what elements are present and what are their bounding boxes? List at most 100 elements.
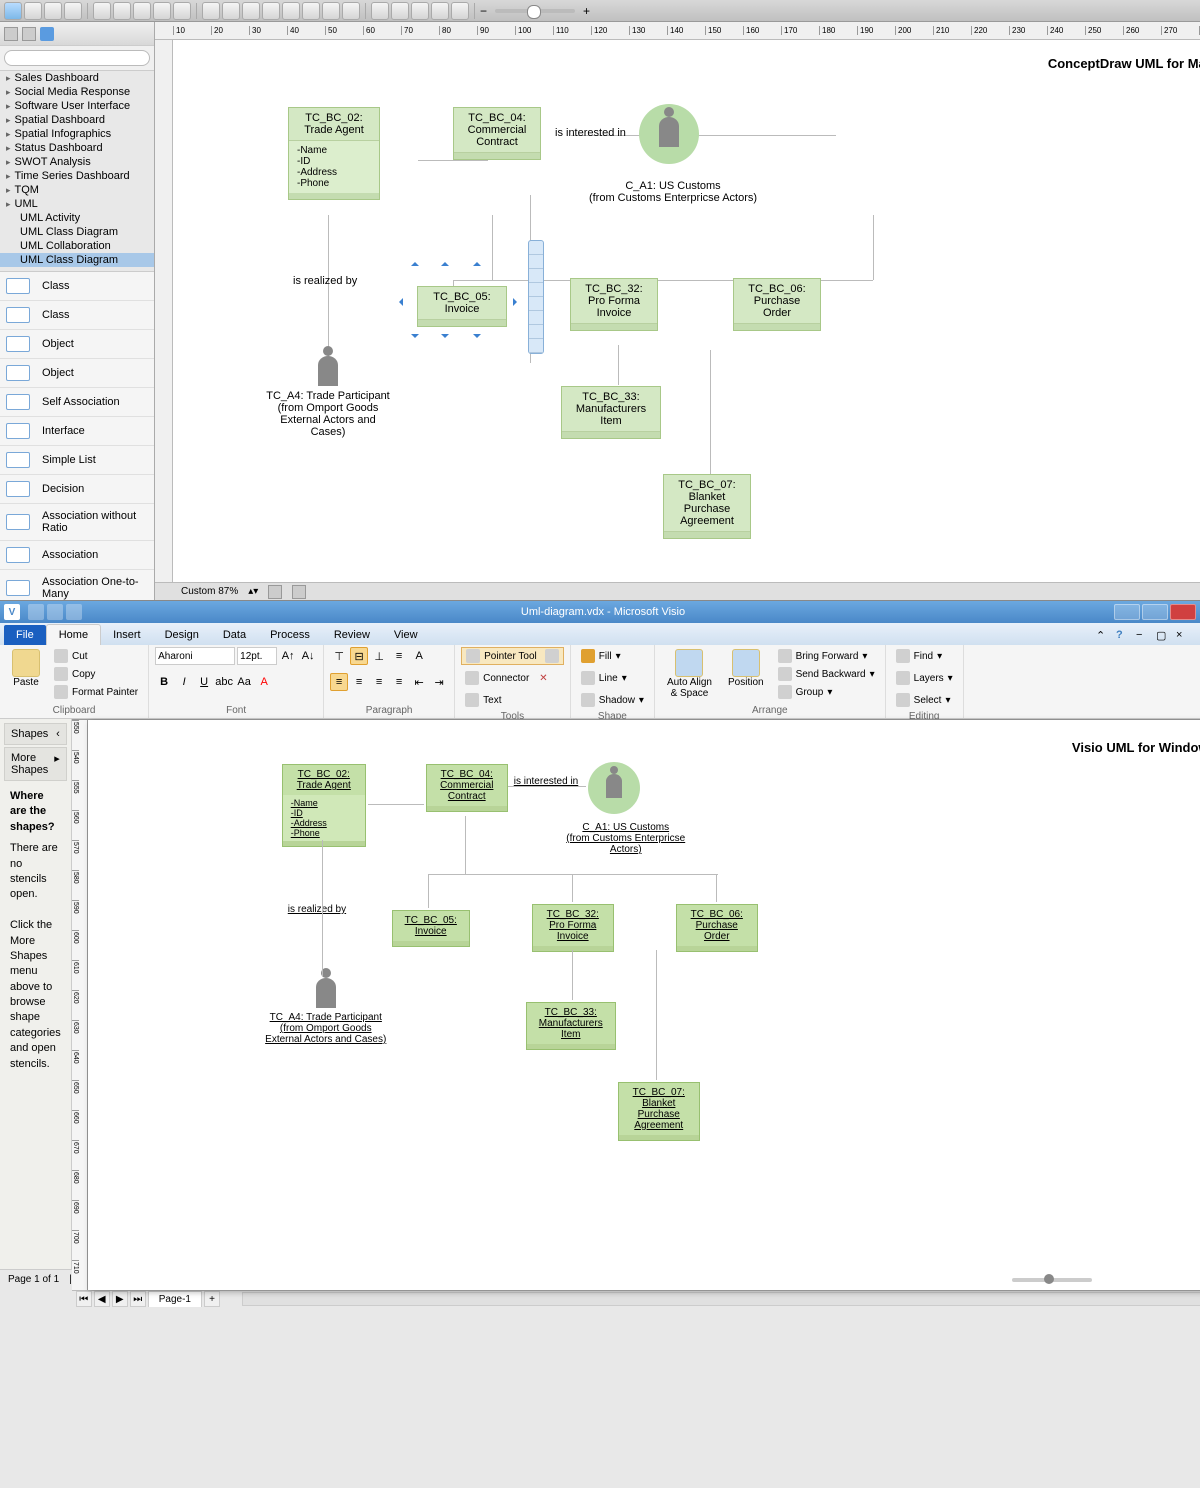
conn2-icon[interactable] <box>222 2 240 20</box>
measure-icon[interactable] <box>451 2 469 20</box>
format-painter-button[interactable]: Format Painter <box>50 683 142 701</box>
conn5-icon[interactable] <box>282 2 300 20</box>
shadow-button[interactable]: Shadow ▾ <box>577 691 648 709</box>
line-button[interactable]: Line ▾ <box>577 669 631 687</box>
fill-button[interactable]: Fill ▾ <box>577 647 625 665</box>
find-button[interactable]: Find ▾ <box>892 647 946 665</box>
uml-class-commercial-contract[interactable]: TC_BC_04: Commercial Contract <box>453 107 541 160</box>
arc-tool-icon[interactable] <box>113 2 131 20</box>
curve-tool-icon[interactable] <box>133 2 151 20</box>
tab-view[interactable]: View <box>382 625 430 645</box>
shape-item[interactable]: Association without Ratio <box>0 504 154 541</box>
tree-item[interactable]: UML Activity <box>0 211 154 225</box>
scrollbar[interactable] <box>242 1292 1200 1306</box>
underline-button[interactable]: U <box>195 673 213 691</box>
shape-item[interactable]: Self Association <box>0 388 154 417</box>
minimize-button[interactable] <box>1114 604 1140 620</box>
tab-design[interactable]: Design <box>153 625 211 645</box>
tree-item[interactable]: Sales Dashboard <box>0 71 154 85</box>
actor-customs[interactable] <box>588 762 640 814</box>
uml-class-blanket[interactable]: TC_BC_07: Blanket Purchase Agreement <box>663 474 751 539</box>
resize-handle[interactable] <box>441 334 449 342</box>
resize-handle[interactable] <box>513 298 521 306</box>
close-button[interactable] <box>1170 604 1196 620</box>
select-button[interactable]: Select ▾ <box>892 691 955 709</box>
font-select[interactable] <box>155 647 235 665</box>
auto-align-button[interactable]: Auto Align & Space <box>661 647 718 701</box>
quick-shape-toolbar[interactable] <box>528 240 544 354</box>
indent-inc-icon[interactable]: ⇥ <box>430 673 448 691</box>
bold-button[interactable]: B <box>155 673 173 691</box>
indent-dec-icon[interactable]: ⇤ <box>410 673 428 691</box>
tab-home[interactable]: Home <box>46 624 101 645</box>
resize-handle[interactable] <box>411 258 419 266</box>
redo-icon[interactable] <box>66 604 82 620</box>
save-icon[interactable] <box>28 604 44 620</box>
connector-icon[interactable] <box>202 2 220 20</box>
pointer-tool-button[interactable]: Pointer Tool <box>461 647 564 665</box>
conn6-icon[interactable] <box>302 2 320 20</box>
zoom-out-icon[interactable] <box>371 2 389 20</box>
shape-item[interactable]: Class <box>0 272 154 301</box>
pen-tool-icon[interactable] <box>153 2 171 20</box>
pan-icon[interactable] <box>431 2 449 20</box>
shape-item[interactable]: Class <box>0 301 154 330</box>
uml-class-purchase-order[interactable]: TC_BC_06: Purchase Order <box>733 278 821 331</box>
shrink-font-icon[interactable]: A↓ <box>299 647 317 665</box>
uml-class-invoice[interactable]: TC_BC_05: Invoice <box>417 286 507 327</box>
conn4-icon[interactable] <box>262 2 280 20</box>
tree-item[interactable]: Status Dashboard <box>0 141 154 155</box>
tab-insert[interactable]: Insert <box>101 625 153 645</box>
tree-item[interactable]: UML Collaboration <box>0 239 154 253</box>
shape-item[interactable]: Object <box>0 359 154 388</box>
send-backward-button[interactable]: Send Backward ▾ <box>774 665 879 683</box>
tree-item[interactable]: Spatial Dashboard <box>0 113 154 127</box>
last-page-icon[interactable]: ⏭ <box>130 1291 146 1307</box>
more-shapes-button[interactable]: More Shapes▸ <box>4 747 67 781</box>
layers-button[interactable]: Layers ▾ <box>892 669 957 687</box>
zoom-slider[interactable] <box>1012 1278 1092 1282</box>
canvas[interactable]: ConceptDraw UML for Mac <box>173 40 1200 582</box>
resize-handle[interactable] <box>395 298 403 306</box>
win-restore-icon[interactable]: ▢ <box>1156 629 1172 645</box>
tree-item[interactable]: UML Class Diagram <box>0 225 154 239</box>
resize-handle[interactable] <box>473 258 481 266</box>
tree-item[interactable]: Spatial Infographics <box>0 127 154 141</box>
uml-class-trade-agent[interactable]: TC_BC_02: Trade Agent -Name -ID -Address… <box>282 764 366 847</box>
tree-item[interactable]: SWOT Analysis <box>0 155 154 169</box>
text-button[interactable]: Text <box>461 691 505 709</box>
maximize-button[interactable] <box>1142 604 1168 620</box>
text-tool-icon[interactable] <box>64 2 82 20</box>
uml-class-manufacturers[interactable]: TC_BC_33: Manufacturers Item <box>561 386 661 439</box>
tree-item[interactable]: TQM <box>0 183 154 197</box>
page-tab[interactable]: Page-1 <box>148 1291 202 1307</box>
shape-item[interactable]: Association One-to-Many <box>0 570 154 600</box>
search-icon[interactable] <box>40 27 54 41</box>
shape-item[interactable]: Object <box>0 330 154 359</box>
tree-item[interactable]: Time Series Dashboard <box>0 169 154 183</box>
list-view-icon[interactable] <box>4 27 18 41</box>
align-top-icon[interactable]: ⊤ <box>330 647 348 665</box>
conn7-icon[interactable] <box>322 2 340 20</box>
grid-view-icon[interactable] <box>22 27 36 41</box>
justify-icon[interactable]: ≡ <box>390 673 408 691</box>
italic-button[interactable]: I <box>175 673 193 691</box>
tree-item[interactable]: Software User Interface <box>0 99 154 113</box>
tab-review[interactable]: Review <box>322 625 382 645</box>
shape-item[interactable]: Simple List <box>0 446 154 475</box>
zoom-in-icon[interactable] <box>391 2 409 20</box>
align-left-icon[interactable]: ≡ <box>330 673 348 691</box>
zoom-slider[interactable] <box>495 9 575 13</box>
actor-trade-participant[interactable]: TC_A4: Trade Participant (from Omport Go… <box>263 356 393 438</box>
line-tool-icon[interactable] <box>93 2 111 20</box>
search-input[interactable] <box>4 50 150 66</box>
help-icon[interactable] <box>1116 629 1132 645</box>
zoom-in-btn[interactable]: + <box>583 4 590 18</box>
win-min-icon[interactable]: − <box>1136 629 1152 645</box>
actor-customs-circle[interactable] <box>639 104 699 164</box>
tree-item[interactable]: UML <box>0 197 154 211</box>
conn3-icon[interactable] <box>242 2 260 20</box>
uml-class-proforma[interactable]: TC_BC_32: Pro Forma Invoice <box>532 904 614 952</box>
zoom-out-btn[interactable]: − <box>480 4 487 18</box>
align-bottom-icon[interactable]: ⊥ <box>370 647 388 665</box>
